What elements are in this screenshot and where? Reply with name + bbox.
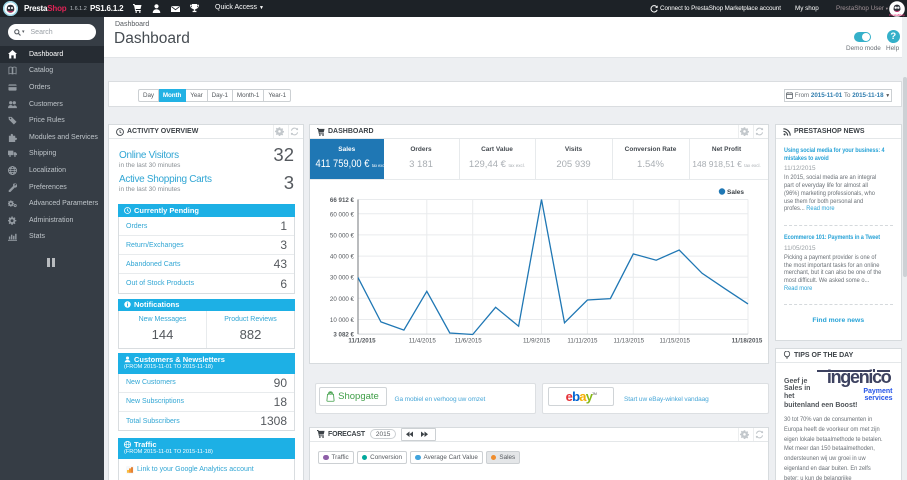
svg-text:11/15/2015: 11/15/2015 bbox=[659, 337, 690, 344]
svg-text:30 000 €: 30 000 € bbox=[330, 274, 355, 281]
svg-text:66 912 €: 66 912 € bbox=[330, 197, 355, 204]
svg-text:PrestaShop: PrestaShop bbox=[889, 13, 905, 17]
svg-text:11/11/2015: 11/11/2015 bbox=[567, 337, 598, 344]
svg-text:11/18/2015: 11/18/2015 bbox=[732, 337, 763, 344]
svg-text:11/6/2015: 11/6/2015 bbox=[455, 337, 483, 344]
svg-text:50 000 €: 50 000 € bbox=[330, 232, 355, 239]
svg-text:11/4/2015: 11/4/2015 bbox=[409, 337, 437, 344]
svg-text:40 000 €: 40 000 € bbox=[330, 253, 355, 260]
svg-text:11/1/2015: 11/1/2015 bbox=[348, 337, 376, 344]
svg-text:20 000 €: 20 000 € bbox=[330, 295, 355, 302]
svg-text:60 000 €: 60 000 € bbox=[330, 211, 355, 218]
svg-text:Sales: Sales bbox=[727, 189, 744, 196]
svg-text:10 000 €: 10 000 € bbox=[330, 317, 355, 324]
svg-text:11/9/2015: 11/9/2015 bbox=[523, 337, 551, 344]
svg-text:11/13/2015: 11/13/2015 bbox=[614, 337, 645, 344]
